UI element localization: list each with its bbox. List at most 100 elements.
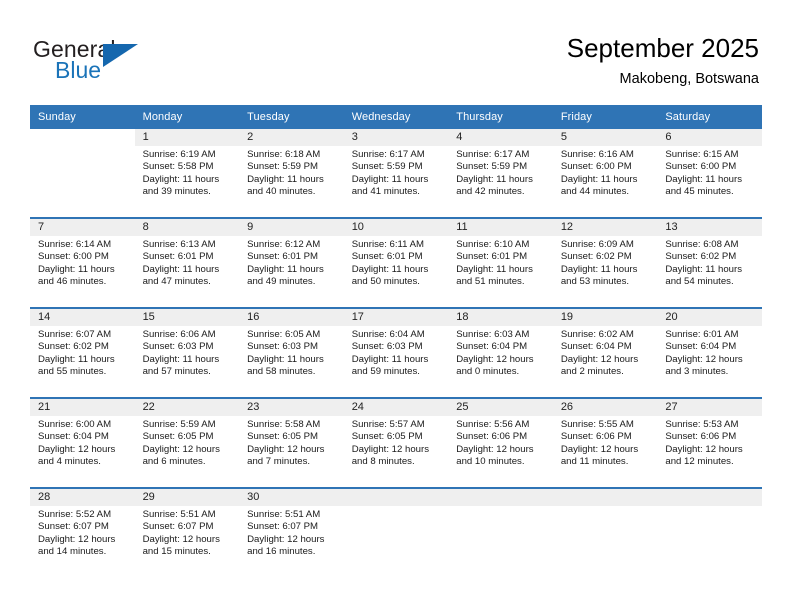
day-cell[interactable]: 6 Sunrise: 6:15 AM Sunset: 6:00 PM Daylight… <box>657 129 762 217</box>
daylight-text: Daylight: 12 hours and 11 minutes. <box>560 443 639 468</box>
calendar-cell: 25 Sunrise: 5:56 AM Sunset: 6:06 PM Dayligh… <box>448 397 553 488</box>
sunset-text: Sunset: 6:03 PM <box>142 341 214 353</box>
day-cell[interactable]: 8 Sunrise: 6:13 AM Sunset: 6:01 PM Daylight… <box>134 219 240 307</box>
day-number: 2 <box>239 129 344 146</box>
calendar-cell: 15 Sunrise: 6:06 AM Sunset: 6:03 PM Dayligh… <box>134 307 240 398</box>
title-block: September 2025 Makobeng, Botswana <box>567 32 759 89</box>
calendar-cell: 12 Sunrise: 6:09 AM Sunset: 6:02 PM Dayligh… <box>552 217 658 308</box>
daylight-text: Daylight: 11 hours and 49 minutes. <box>247 263 324 288</box>
calendar-body: 1 Sunrise: 6:19 AM Sunset: 5:58 PM Daylight… <box>30 129 762 577</box>
day-number: 9 <box>239 219 344 236</box>
day-cell[interactable]: 20 Sunrise: 6:01 AM Sunset: 6:04 PM Dayligh… <box>657 309 762 397</box>
day-cell[interactable]: 19 Sunrise: 6:02 AM Sunset: 6:04 PM Dayligh… <box>552 309 658 397</box>
daylight-text: Daylight: 11 hours and 57 minutes. <box>142 353 220 378</box>
day-number: 3 <box>343 129 449 146</box>
day-cell[interactable]: 7 Sunrise: 6:14 AM Sunset: 6:00 PM Daylight… <box>30 219 135 307</box>
day-number: 4 <box>448 129 553 146</box>
day-details: Sunrise: 6:10 AM Sunset: 6:01 PM Daylight:… <box>448 236 553 289</box>
logo-text-blue: Blue <box>55 57 102 83</box>
day-cell[interactable]: 28 Sunrise: 5:52 AM Sunset: 6:07 PM Dayligh… <box>30 489 135 577</box>
day-cell[interactable]: 5 Sunrise: 6:16 AM Sunset: 6:00 PM Daylight… <box>552 129 658 217</box>
day-cell[interactable]: 18 Sunrise: 6:03 AM Sunset: 6:04 PM Dayligh… <box>448 309 553 397</box>
day-cell[interactable]: 30 Sunrise: 5:51 AM Sunset: 6:07 PM Dayligh… <box>239 489 344 577</box>
day-details: Sunrise: 6:17 AM Sunset: 5:59 PM Daylight:… <box>344 146 449 199</box>
day-number: 12 <box>552 219 658 236</box>
sunset-text: Sunset: 5:59 PM <box>247 161 319 173</box>
day-cell[interactable]: 4 Sunrise: 6:17 AM Sunset: 5:59 PM Daylight… <box>448 129 553 217</box>
sunset-text: Sunset: 6:00 PM <box>560 161 632 173</box>
sunset-text: Sunset: 6:07 PM <box>247 521 319 533</box>
day-number: 14 <box>30 309 135 326</box>
day-cell[interactable]: 1 Sunrise: 6:19 AM Sunset: 5:58 PM Daylight… <box>134 129 240 217</box>
day-cell-empty <box>448 489 553 577</box>
day-cell[interactable]: 10 Sunrise: 6:11 AM Sunset: 6:01 PM Dayligh… <box>343 219 449 307</box>
daylight-text: Daylight: 11 hours and 39 minutes. <box>142 173 220 198</box>
general-blue-logo[interactable]: General Blue <box>33 36 213 86</box>
location-subtitle: Makobeng, Botswana <box>619 71 759 87</box>
day-number: 10 <box>343 219 449 236</box>
daylight-text: Daylight: 12 hours and 3 minutes. <box>665 353 743 378</box>
day-cell[interactable]: 27 Sunrise: 5:53 AM Sunset: 6:06 PM Dayligh… <box>657 399 762 487</box>
sunset-text: Sunset: 6:00 PM <box>38 251 109 263</box>
calendar-cell: 3 Sunrise: 6:17 AM Sunset: 5:59 PM Daylight… <box>343 129 449 218</box>
sunrise-text: Sunrise: 6:00 AM <box>38 419 112 430</box>
daylight-text: Daylight: 11 hours and 42 minutes. <box>456 173 533 198</box>
calendar-cell: 29 Sunrise: 5:51 AM Sunset: 6:07 PM Dayligh… <box>134 487 240 577</box>
calendar-cell: 11 Sunrise: 6:10 AM Sunset: 6:01 PM Dayligh… <box>448 217 553 308</box>
sunset-text: Sunset: 6:02 PM <box>560 251 632 263</box>
sunrise-text: Sunrise: 6:14 AM <box>38 239 112 250</box>
daylight-text: Daylight: 11 hours and 54 minutes. <box>665 263 742 288</box>
daylight-text: Daylight: 11 hours and 51 minutes. <box>456 263 533 288</box>
day-cell[interactable]: 3 Sunrise: 6:17 AM Sunset: 5:59 PM Daylight… <box>343 129 449 217</box>
day-number: 29 <box>134 489 240 506</box>
sunset-text: Sunset: 6:07 PM <box>142 521 214 533</box>
day-cell[interactable]: 25 Sunrise: 5:56 AM Sunset: 6:06 PM Dayligh… <box>448 399 553 487</box>
calendar-cell: 23 Sunrise: 5:58 AM Sunset: 6:05 PM Dayligh… <box>239 397 344 488</box>
day-cell[interactable]: 24 Sunrise: 5:57 AM Sunset: 6:05 PM Dayligh… <box>343 399 449 487</box>
day-details: Sunrise: 6:13 AM Sunset: 6:01 PM Daylight:… <box>135 236 240 289</box>
day-cell[interactable]: 26 Sunrise: 5:55 AM Sunset: 6:06 PM Dayligh… <box>552 399 658 487</box>
day-details: Sunrise: 5:51 AM Sunset: 6:07 PM Daylight:… <box>135 506 240 559</box>
daylight-text: Daylight: 11 hours and 45 minutes. <box>665 173 742 198</box>
sunset-text: Sunset: 6:02 PM <box>665 251 737 263</box>
calendar-page: General Blue September 2025 Makobeng, Bo… <box>0 0 792 612</box>
sunset-text: Sunset: 6:01 PM <box>142 251 214 263</box>
sunrise-text: Sunrise: 6:11 AM <box>351 239 425 250</box>
day-cell[interactable]: 2 Sunrise: 6:18 AM Sunset: 5:59 PM Daylight… <box>239 129 344 217</box>
day-cell[interactable]: 11 Sunrise: 6:10 AM Sunset: 6:01 PM Dayligh… <box>448 219 553 307</box>
day-details: Sunrise: 6:01 AM Sunset: 6:04 PM Daylight:… <box>657 326 762 379</box>
day-cell[interactable]: 17 Sunrise: 6:04 AM Sunset: 6:03 PM Dayligh… <box>343 309 449 397</box>
day-cell[interactable]: 12 Sunrise: 6:09 AM Sunset: 6:02 PM Dayligh… <box>552 219 658 307</box>
day-number: 6 <box>657 129 762 146</box>
day-details: Sunrise: 6:07 AM Sunset: 6:02 PM Daylight:… <box>30 326 135 379</box>
day-cell[interactable]: 14 Sunrise: 6:07 AM Sunset: 6:02 PM Dayligh… <box>30 309 135 397</box>
day-number <box>552 489 658 506</box>
day-cell[interactable]: 22 Sunrise: 5:59 AM Sunset: 6:05 PM Dayligh… <box>134 399 240 487</box>
sunrise-text: Sunrise: 5:56 AM <box>456 419 530 430</box>
calendar-cell: 22 Sunrise: 5:59 AM Sunset: 6:05 PM Dayligh… <box>134 397 240 488</box>
day-cell[interactable]: 15 Sunrise: 6:06 AM Sunset: 6:03 PM Dayligh… <box>134 309 240 397</box>
day-cell[interactable]: 21 Sunrise: 6:00 AM Sunset: 6:04 PM Dayligh… <box>30 399 135 487</box>
day-number: 24 <box>343 399 449 416</box>
sunset-text: Sunset: 6:06 PM <box>560 431 632 443</box>
sunrise-text: Sunrise: 5:53 AM <box>665 419 739 430</box>
day-number: 7 <box>30 219 135 236</box>
sunrise-text: Sunrise: 6:03 AM <box>456 329 530 340</box>
daylight-text: Daylight: 11 hours and 40 minutes. <box>247 173 324 198</box>
day-cell[interactable]: 29 Sunrise: 5:51 AM Sunset: 6:07 PM Dayligh… <box>134 489 240 577</box>
daylight-text: Daylight: 12 hours and 8 minutes. <box>351 443 430 468</box>
calendar-cell: 13 Sunrise: 6:08 AM Sunset: 6:02 PM Dayligh… <box>657 217 762 308</box>
day-details: Sunrise: 6:06 AM Sunset: 6:03 PM Daylight:… <box>135 326 240 379</box>
day-cell[interactable]: 9 Sunrise: 6:12 AM Sunset: 6:01 PM Daylight… <box>239 219 344 307</box>
calendar-cell: 6 Sunrise: 6:15 AM Sunset: 6:00 PM Daylight… <box>657 129 762 218</box>
calendar-cell: 21 Sunrise: 6:00 AM Sunset: 6:04 PM Dayligh… <box>30 397 135 488</box>
sunset-text: Sunset: 6:01 PM <box>456 251 528 263</box>
day-details: Sunrise: 6:04 AM Sunset: 6:03 PM Daylight:… <box>344 326 449 379</box>
day-number: 17 <box>343 309 449 326</box>
day-cell[interactable]: 16 Sunrise: 6:05 AM Sunset: 6:03 PM Dayligh… <box>239 309 344 397</box>
day-cell[interactable]: 23 Sunrise: 5:58 AM Sunset: 6:05 PM Dayligh… <box>239 399 344 487</box>
weekday-header-tuesday: Tuesday <box>239 105 344 129</box>
sunset-text: Sunset: 6:02 PM <box>38 341 109 353</box>
day-cell[interactable]: 13 Sunrise: 6:08 AM Sunset: 6:02 PM Dayligh… <box>657 219 762 307</box>
day-number: 8 <box>134 219 240 236</box>
